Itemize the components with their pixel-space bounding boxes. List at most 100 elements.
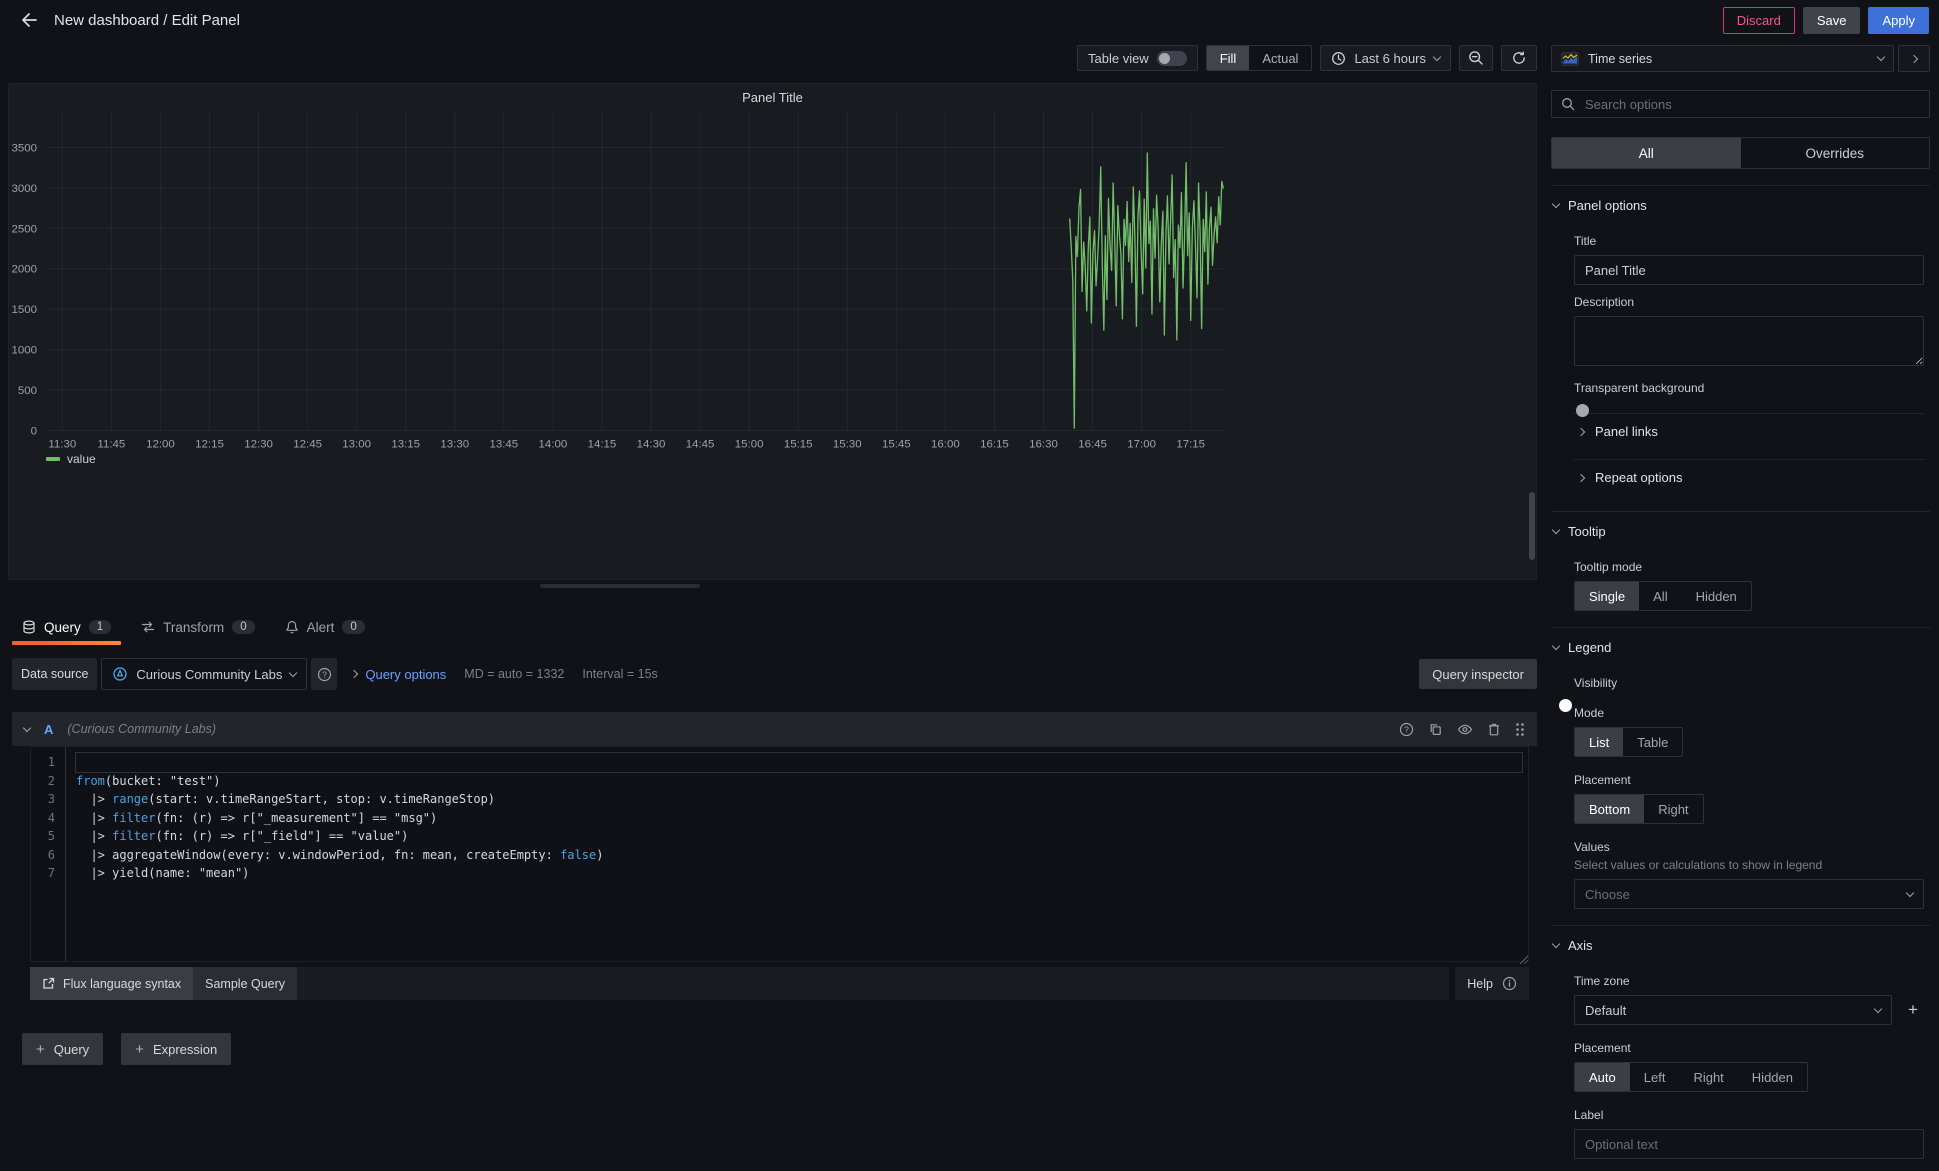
tooltip-mode-single[interactable]: Single	[1575, 582, 1639, 610]
time-range-picker[interactable]: Last 6 hours	[1320, 45, 1451, 71]
code-line[interactable]: |> filter(fn: (r) => r["_measurement"] =…	[76, 809, 1522, 828]
datasource-help-button[interactable]: ?	[311, 658, 337, 690]
tab-overrides[interactable]: Overrides	[1741, 138, 1930, 168]
legend-placement-bottom[interactable]: Bottom	[1575, 795, 1644, 823]
add-expression-button[interactable]: + Expression	[121, 1033, 231, 1065]
panel-size-segment: Fill Actual	[1206, 45, 1313, 71]
axis-placement-label: Placement	[1574, 1041, 1924, 1055]
time-series-chart[interactable]: 050010001500200025003000350011:3011:4512…	[9, 84, 1536, 580]
svg-text:2000: 2000	[11, 264, 37, 276]
panel-resize-handle[interactable]	[540, 584, 700, 588]
chevron-down-icon	[1552, 525, 1560, 533]
toggle-viz-picker-button[interactable]	[1898, 45, 1930, 72]
arrow-left-icon	[19, 10, 39, 30]
code-line[interactable]: from(bucket: "test")	[76, 772, 1522, 791]
zoom-out-button[interactable]	[1459, 45, 1493, 71]
query-options-toggle[interactable]: Query options	[351, 667, 446, 682]
duplicate-query-icon[interactable]	[1428, 722, 1443, 737]
axis-header[interactable]: Axis	[1553, 926, 1928, 964]
code-line[interactable]: |> yield(name: "mean")	[76, 864, 1522, 883]
transform-count-badge: 0	[232, 620, 254, 634]
svg-text:13:00: 13:00	[342, 439, 371, 451]
legend-label: value	[67, 452, 96, 466]
section-title: Axis	[1568, 938, 1593, 953]
add-query-button[interactable]: + Query	[22, 1033, 103, 1065]
flux-code-editor[interactable]: 1234567 from(bucket: "test") |> range(st…	[30, 746, 1529, 962]
axis-placement-auto[interactable]: Auto	[1575, 1063, 1630, 1091]
tooltip-mode-hidden[interactable]: Hidden	[1682, 582, 1751, 610]
breadcrumb: New dashboard / Edit Panel	[54, 12, 240, 29]
main-scrollbar-thumb[interactable]	[1529, 492, 1535, 560]
table-view-toggle[interactable]	[1157, 51, 1187, 66]
edit-panel-header: New dashboard / Edit Panel Discard Save …	[0, 0, 1939, 40]
process-icon	[141, 620, 155, 634]
timezone-select[interactable]: Default	[1574, 995, 1892, 1025]
help-label: Help	[1467, 977, 1493, 991]
legend-item-value[interactable]: value	[46, 452, 96, 466]
delete-query-trash-icon[interactable]	[1487, 722, 1501, 737]
panel-options-header[interactable]: Panel options	[1553, 186, 1928, 224]
tooltip-header[interactable]: Tooltip	[1553, 512, 1928, 550]
panel-description-textarea[interactable]	[1574, 316, 1924, 366]
apply-button[interactable]: Apply	[1868, 7, 1929, 34]
tab-alert-label: Alert	[307, 620, 335, 635]
datasource-picker[interactable]: Curious Community Labs	[101, 658, 307, 690]
database-icon	[22, 620, 36, 634]
svg-text:16:00: 16:00	[931, 439, 960, 451]
query-inspector-button[interactable]: Query inspector	[1419, 659, 1537, 689]
legend-placement-right[interactable]: Right	[1644, 795, 1702, 823]
question-circle-icon: ?	[317, 667, 332, 682]
discard-button[interactable]: Discard	[1723, 7, 1795, 34]
interval-info: Interval = 15s	[582, 667, 657, 681]
axis-placement-right[interactable]: Right	[1679, 1063, 1737, 1091]
query-editor-header[interactable]: A (Curious Community Labs) ?	[12, 712, 1537, 746]
svg-text:?: ?	[322, 669, 327, 679]
drag-handle-grip-icon[interactable]	[1515, 722, 1525, 737]
visualization-picker[interactable]: Time series	[1551, 45, 1894, 72]
legend-mode-list[interactable]: List	[1575, 728, 1623, 756]
flux-syntax-link[interactable]: Flux language syntax	[30, 967, 193, 1000]
help-button[interactable]: Help	[1455, 967, 1529, 1000]
collapse-query-icon[interactable]	[23, 723, 31, 731]
svg-text:15:15: 15:15	[784, 439, 813, 451]
axis-label-input[interactable]	[1574, 1129, 1924, 1159]
actual-option[interactable]: Actual	[1249, 46, 1311, 70]
tab-alert[interactable]: Alert 0	[275, 611, 375, 643]
code-line[interactable]: |> aggregateWindow(every: v.windowPeriod…	[76, 846, 1522, 865]
time-range-label: Last 6 hours	[1354, 51, 1426, 66]
svg-text:15:45: 15:45	[882, 439, 911, 451]
query-ref-id: A	[44, 722, 53, 737]
sample-query-button[interactable]: Sample Query	[193, 967, 297, 1000]
save-button[interactable]: Save	[1803, 7, 1861, 34]
code-line[interactable]: |> filter(fn: (r) => r["_field"] == "val…	[76, 827, 1522, 846]
code-line[interactable]: |> range(start: v.timeRangeStart, stop: …	[76, 790, 1522, 809]
tab-transform[interactable]: Transform 0	[131, 611, 264, 643]
panel-links-row[interactable]: Panel links	[1574, 413, 1924, 449]
back-button[interactable]	[14, 5, 44, 35]
legend-header[interactable]: Legend	[1553, 628, 1928, 666]
query-datasource-hint: (Curious Community Labs)	[67, 722, 216, 736]
tooltip-mode-all[interactable]: All	[1639, 582, 1681, 610]
legend-mode-table[interactable]: Table	[1623, 728, 1682, 756]
legend-values-placeholder: Choose	[1585, 887, 1630, 902]
tab-all-options[interactable]: All	[1552, 138, 1741, 168]
fill-option[interactable]: Fill	[1207, 46, 1250, 70]
axis-placement-left[interactable]: Left	[1630, 1063, 1680, 1091]
repeat-options-row[interactable]: Repeat options	[1574, 459, 1924, 495]
hide-query-eye-icon[interactable]	[1457, 723, 1473, 736]
datasource-row: Data source Curious Community Labs ? Que…	[12, 658, 1537, 690]
code-content[interactable]: from(bucket: "test") |> range(start: v.t…	[65, 747, 1528, 961]
chevron-down-icon	[1552, 641, 1560, 649]
legend-values-select[interactable]: Choose	[1574, 879, 1924, 909]
table-view-toggle-chip[interactable]: Table view	[1077, 45, 1198, 71]
svg-text:12:30: 12:30	[244, 439, 273, 451]
axis-placement-hidden[interactable]: Hidden	[1738, 1063, 1807, 1091]
refresh-button[interactable]	[1501, 45, 1537, 71]
info-circle-icon[interactable]: ?	[1399, 722, 1414, 737]
code-line[interactable]	[75, 752, 1523, 773]
add-timezone-button[interactable]: +	[1902, 1000, 1924, 1020]
options-search[interactable]	[1551, 90, 1930, 118]
tab-query[interactable]: Query 1	[12, 611, 121, 643]
panel-title-input[interactable]	[1574, 255, 1924, 285]
search-input[interactable]	[1583, 96, 1920, 113]
